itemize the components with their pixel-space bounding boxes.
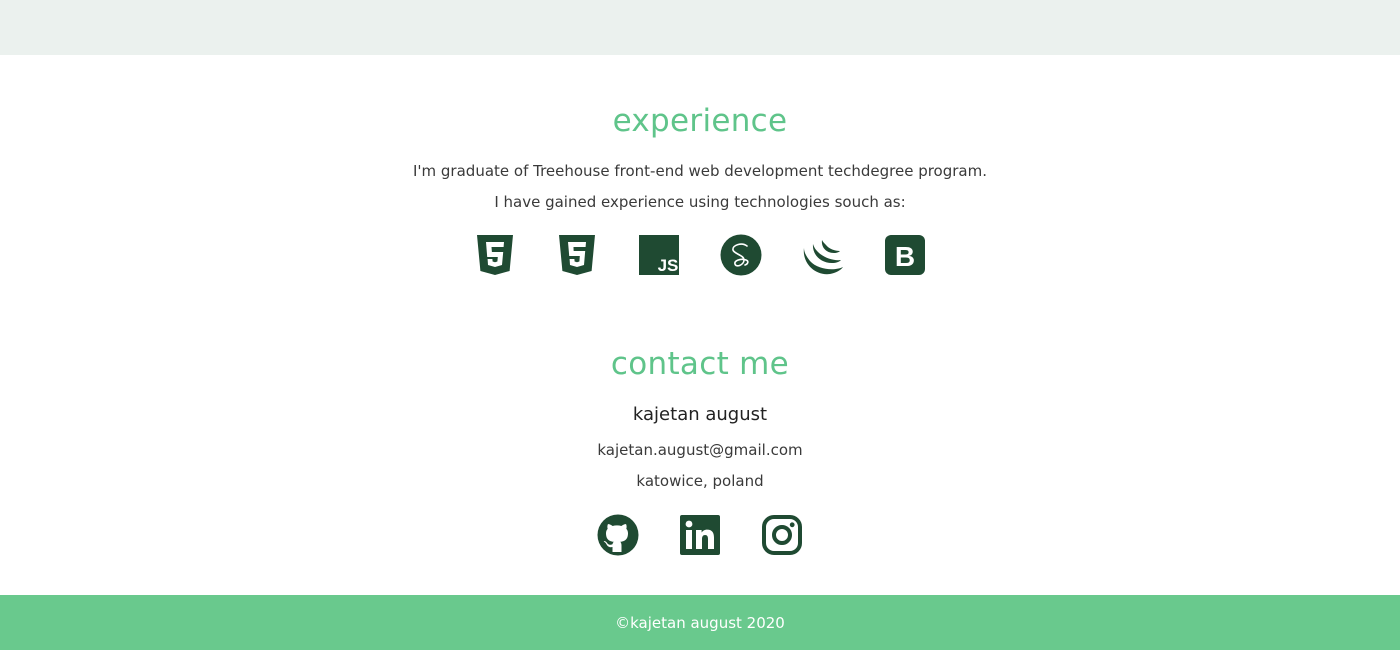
linkedin-icon[interactable] bbox=[679, 514, 721, 556]
contact-location: katowice, poland bbox=[636, 472, 764, 490]
javascript-icon: JS bbox=[638, 234, 680, 276]
svg-text:B: B bbox=[895, 241, 915, 272]
instagram-icon[interactable] bbox=[761, 514, 803, 556]
html5-icon bbox=[474, 234, 516, 276]
footer: ©kajetan august 2020 bbox=[0, 595, 1400, 650]
top-band bbox=[0, 0, 1400, 55]
contact-email[interactable]: kajetan.august@gmail.com bbox=[0, 435, 1400, 466]
experience-section: experience bbox=[0, 103, 1400, 139]
contact-section: contact me bbox=[0, 346, 1400, 382]
contact-heading: contact me bbox=[610, 346, 790, 382]
experience-text: I'm graduate of Treehouse front-end web … bbox=[0, 156, 1400, 218]
svg-text:JS: JS bbox=[658, 256, 679, 275]
jquery-icon bbox=[802, 234, 844, 276]
sass-icon bbox=[720, 234, 762, 276]
experience-heading: experience bbox=[612, 103, 788, 139]
contact-name-wrap: kajetan august bbox=[0, 404, 1400, 425]
experience-line-2: I have gained experience using technolog… bbox=[494, 193, 906, 211]
footer-copyright: ©kajetan august 2020 bbox=[615, 614, 785, 632]
contact-details: kajetan.august@gmail.com katowice, polan… bbox=[0, 435, 1400, 497]
github-icon[interactable] bbox=[597, 514, 639, 556]
bootstrap-icon: B bbox=[884, 234, 926, 276]
contact-name: kajetan august bbox=[632, 404, 768, 425]
css3-icon bbox=[556, 234, 598, 276]
tech-icons-row: JS B bbox=[0, 234, 1400, 276]
experience-line-1: I'm graduate of Treehouse front-end web … bbox=[412, 162, 987, 180]
social-icons-row bbox=[0, 514, 1400, 556]
